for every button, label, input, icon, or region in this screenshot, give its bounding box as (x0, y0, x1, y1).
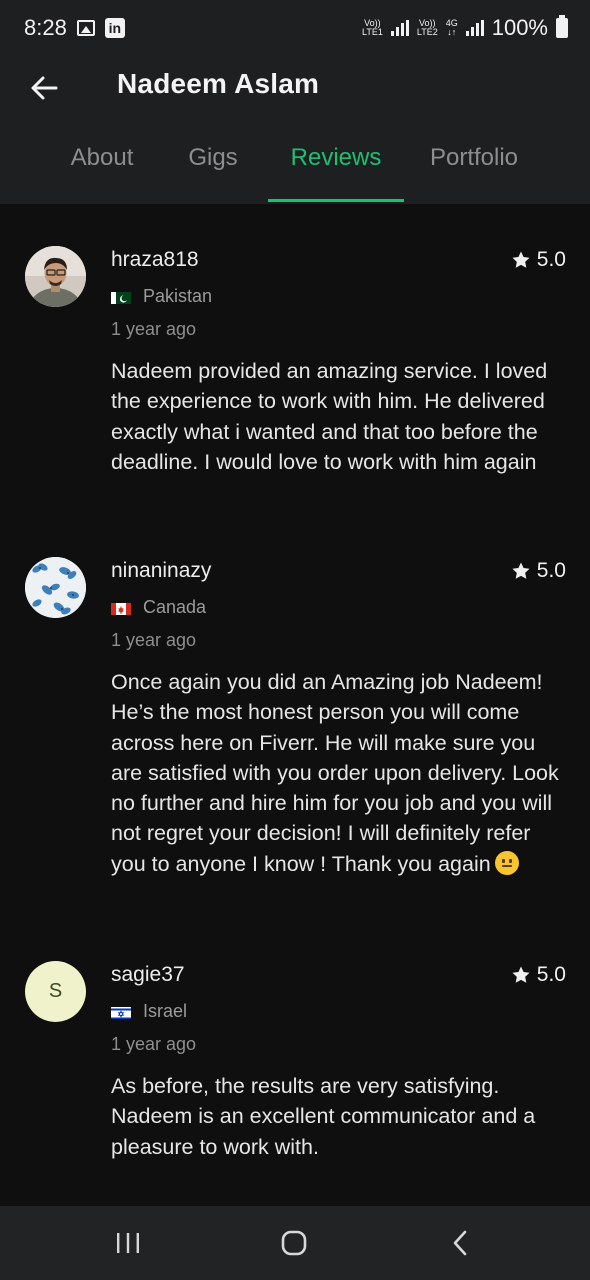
country-name: Pakistan (143, 286, 213, 306)
page-title: Nadeem Aslam (117, 68, 320, 99)
review-username[interactable]: hraza818 (111, 248, 199, 272)
star-icon (512, 966, 530, 983)
review-username[interactable]: ninaninazy (111, 559, 211, 583)
review-country: Pakistan (111, 286, 212, 307)
avatar[interactable] (25, 246, 86, 307)
home-icon (281, 1230, 307, 1256)
recent-apps-button[interactable] (98, 1223, 158, 1263)
review-text: As before, the results are very satisfyi… (111, 1074, 536, 1159)
review-rating: 5.0 (511, 248, 566, 272)
status-time: 8:28 (24, 15, 67, 40)
arrow-left-icon (31, 76, 58, 100)
rating-value: 5.0 (536, 963, 566, 986)
country-name: Canada (143, 597, 207, 617)
review-country: Canada (111, 597, 206, 618)
recent-apps-icon (117, 1233, 139, 1253)
review-username[interactable]: sagie37 (111, 963, 185, 987)
battery-percent: 100% (491, 15, 548, 40)
review-text: Once again you did an Amazing job Nadeem… (111, 667, 571, 879)
review-country: Israel (111, 1001, 187, 1022)
avatar[interactable] (25, 557, 86, 618)
rating-value: 5.0 (536, 248, 566, 271)
status-right: Vo)) LTE1 Vo)) LTE2 4G ↓↑ 100% (362, 15, 568, 41)
review-text-content: Once again you did an Amazing job Nadeem… (111, 670, 559, 876)
rating-value: 5.0 (536, 559, 566, 582)
tab-portfolio[interactable]: Portfolio (418, 144, 530, 202)
sim1-label-bottom: LTE1 (362, 27, 383, 37)
avatar-initial: S (48, 980, 63, 1002)
review-text: Nadeem provided an amazing service. I lo… (111, 359, 548, 474)
back-button[interactable] (22, 66, 66, 110)
avatar[interactable]: S (25, 961, 86, 1022)
country-name: Israel (143, 1001, 188, 1021)
nav-back-icon (453, 1230, 467, 1256)
tab-reviews[interactable]: Reviews (268, 144, 404, 202)
battery-icon (556, 15, 568, 38)
system-navigation-bar (0, 1206, 590, 1280)
sim2-signal-icon (465, 20, 484, 36)
network-type: 4G ↓↑ (445, 18, 458, 37)
slightly-smiling-face-icon (494, 850, 519, 875)
nav-back-button[interactable] (430, 1223, 490, 1263)
canada-flag-icon (111, 601, 131, 615)
sim2-label-bottom: LTE2 (416, 27, 438, 37)
pakistan-flag-icon (111, 290, 131, 304)
review-rating: 5.0 (511, 963, 566, 987)
linkedin-notification-icon: in (104, 18, 125, 38)
review-time: 1 year ago (111, 630, 197, 650)
screen: 8:28 in Vo)) LTE1 Vo)) LTE2 4G ↓↑ 100% N… (0, 0, 590, 1280)
star-icon (512, 562, 530, 579)
app-header: Nadeem Aslam About Gigs Reviews Portfoli… (0, 56, 590, 204)
tab-bar: About Gigs Reviews Portfolio (0, 144, 590, 204)
status-bar: 8:28 in Vo)) LTE1 Vo)) LTE2 4G ↓↑ 100% (0, 0, 590, 56)
tab-gigs[interactable]: Gigs (182, 144, 244, 202)
israel-flag-icon (111, 1005, 131, 1019)
tab-about[interactable]: About (62, 144, 142, 202)
sim1-signal-icon (390, 20, 409, 36)
review-time: 1 year ago (111, 319, 197, 339)
star-icon (512, 251, 530, 268)
gallery-notification-icon (76, 20, 95, 36)
active-tab-indicator (268, 199, 404, 202)
status-left: 8:28 in (24, 15, 125, 41)
butterfly-pattern-avatar-icon (25, 557, 86, 618)
user-photo-avatar-icon (25, 246, 86, 307)
sim2-label: Vo)) LTE2 (417, 19, 438, 37)
home-button[interactable] (264, 1223, 324, 1263)
review-time: 1 year ago (111, 1034, 197, 1054)
review-rating: 5.0 (511, 559, 566, 583)
sim1-label: Vo)) LTE1 (362, 19, 383, 37)
network-type-label: 4G (445, 18, 458, 28)
